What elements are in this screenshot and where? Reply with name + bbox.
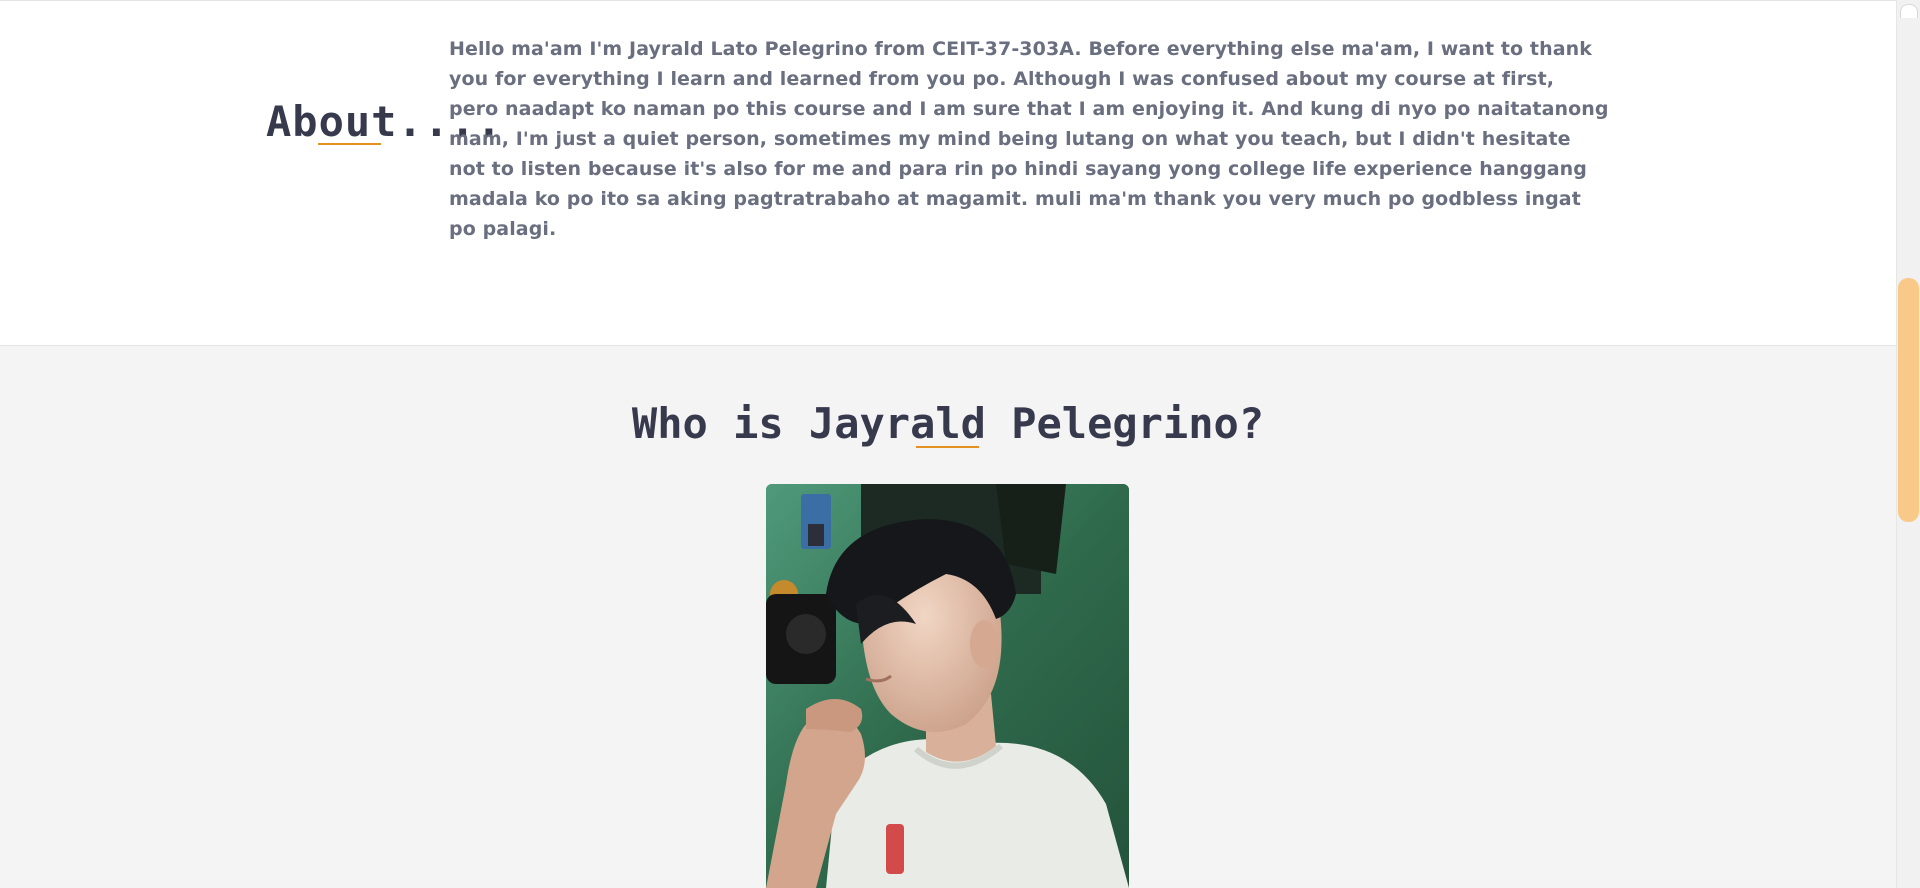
portrait-photo [766, 484, 1129, 888]
about-heading-underline [318, 143, 381, 145]
who-heading-underline [916, 446, 979, 448]
scrollbar-thumb[interactable] [1898, 278, 1919, 522]
page: About.... Hello ma'am I'm Jayrald Lato P… [0, 0, 1920, 888]
scrollbar-up-arrow[interactable] [1900, 4, 1918, 18]
about-paragraph: Hello ma'am I'm Jayrald Lato Pelegrino f… [449, 38, 1609, 240]
who-section: Who is Jayrald Pelegrino? [0, 346, 1896, 888]
portrait-photo-image [766, 484, 1129, 888]
who-heading: Who is Jayrald Pelegrino? [631, 399, 1265, 448]
page-scrollbar[interactable] [1896, 0, 1920, 888]
top-divider [0, 0, 1896, 4]
about-section: About.... Hello ma'am I'm Jayrald Lato P… [0, 0, 1896, 346]
